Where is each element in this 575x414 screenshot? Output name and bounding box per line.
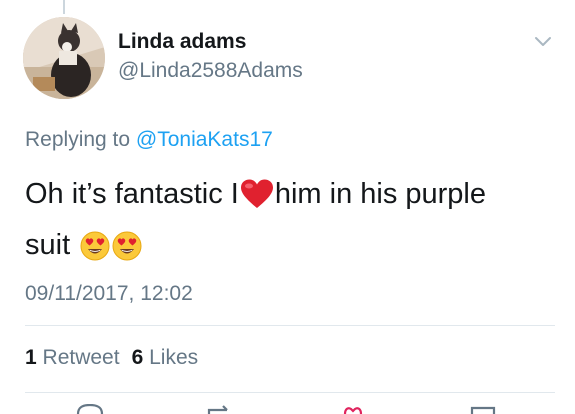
like-icon[interactable] xyxy=(338,404,368,414)
tweet-actions xyxy=(0,404,575,414)
tweet-text-part-2: him in his purple xyxy=(274,178,486,210)
tweet-text-part-3: suit xyxy=(25,229,71,261)
engagement-stats: 1 Retweet 6 Likes xyxy=(25,346,198,370)
red-heart-emoji-icon xyxy=(240,179,273,208)
avatar-photo xyxy=(23,17,105,99)
retweet-count: 1 xyxy=(25,346,37,369)
retweet-icon[interactable] xyxy=(205,404,235,414)
retweet-label: Retweet xyxy=(42,346,120,369)
reply-icon[interactable] xyxy=(75,404,105,414)
retweet-stat[interactable]: 1 Retweet xyxy=(25,346,120,369)
heart-eyes-emoji-icon xyxy=(112,231,142,261)
replying-to-line: Replying to @ToniaKats17 xyxy=(25,128,273,152)
replying-to-link[interactable]: @ToniaKats17 xyxy=(136,128,273,151)
like-count: 6 xyxy=(131,346,144,369)
tweet-text-part-1: Oh it’s fantastic I xyxy=(25,178,239,210)
thread-connector-line xyxy=(63,0,65,14)
chevron-down-icon[interactable] xyxy=(533,34,553,50)
replying-prefix: Replying to xyxy=(25,128,131,151)
author-handle[interactable]: @Linda2588Adams xyxy=(118,59,303,83)
heart-eyes-emoji-icon xyxy=(80,231,110,261)
tweet-timestamp: 09/11/2017, 12:02 xyxy=(25,282,193,305)
author-name[interactable]: Linda adams xyxy=(118,30,246,54)
divider xyxy=(25,325,555,326)
like-stat[interactable]: 6 Likes xyxy=(132,346,199,369)
share-icon[interactable] xyxy=(468,404,498,414)
avatar[interactable] xyxy=(23,17,105,99)
divider xyxy=(25,392,555,393)
like-label: Likes xyxy=(149,346,199,369)
tweet-text: Oh it’s fantastic I him in his purple sui… xyxy=(25,169,545,271)
